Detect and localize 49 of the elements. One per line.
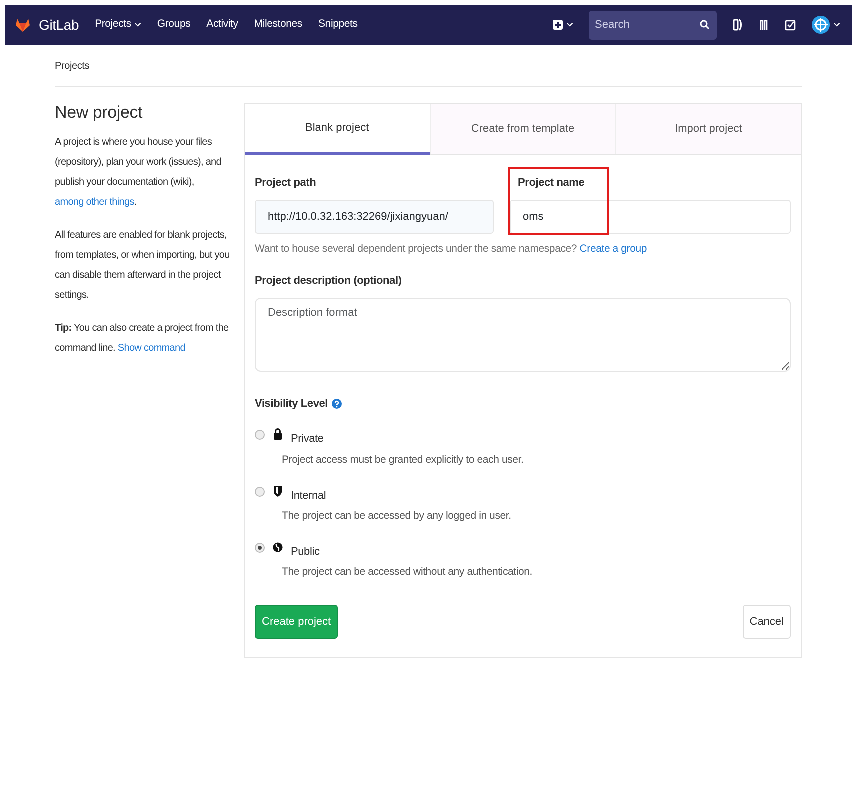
new-menu-button[interactable] xyxy=(553,20,573,30)
search-field[interactable]: Search xyxy=(589,10,717,40)
search-icon xyxy=(700,20,710,30)
todo-icon[interactable] xyxy=(785,20,796,30)
inline-link[interactable]: Show command xyxy=(118,343,186,354)
nav-link[interactable]: Activity xyxy=(206,17,238,33)
fox-logo-icon xyxy=(15,17,31,33)
plus-square-icon xyxy=(553,20,563,30)
breadcrumb-link[interactable]: Projects xyxy=(55,61,90,72)
sidebar-paragraph: Tip: You can also create a project from the command line. Show command xyxy=(55,322,230,356)
caret-icon xyxy=(834,23,840,27)
nav-link[interactable]: Groups xyxy=(157,17,191,33)
nav-link[interactable]: Milestones xyxy=(254,17,302,33)
user-menu-button[interactable] xyxy=(812,16,840,34)
lock-icon xyxy=(273,428,283,440)
sidebar-paragraph: All features are enabled for blank projects, from templates, or when importing, but you can disable them afterward in the project settings. xyxy=(55,229,231,304)
nav-link[interactable]: Projects xyxy=(95,17,142,33)
radio-button[interactable] xyxy=(255,430,265,440)
caret-icon xyxy=(567,23,573,27)
description-field[interactable]: Description format xyxy=(255,298,791,372)
option-label: Private xyxy=(291,432,324,448)
cancel-button[interactable]: Cancel xyxy=(742,605,791,639)
issues-icon[interactable] xyxy=(733,19,743,31)
path-field[interactable]: http://10.0.32.163:32269/jixiangyuan/ xyxy=(255,200,494,234)
shield-icon xyxy=(273,484,283,496)
inline-link[interactable]: among other things xyxy=(55,197,134,208)
field-label: Project description (optional) xyxy=(255,274,403,290)
option-description: Project access must be granted explicitly to each user. xyxy=(281,452,525,468)
tab[interactable]: Import project xyxy=(615,104,802,155)
field-label: Project path xyxy=(255,176,318,191)
help-icon[interactable] xyxy=(332,399,342,409)
avatar-icon xyxy=(812,16,830,34)
option-description: The project can be accessed by any logged in user. xyxy=(281,509,512,524)
option-label: Internal xyxy=(291,488,326,504)
inline-link[interactable]: Create a group xyxy=(580,242,648,254)
option-label: Public xyxy=(291,544,320,560)
name-field[interactable]: oms xyxy=(510,200,791,234)
home-link[interactable]: GitLab xyxy=(15,14,80,36)
sidebar-paragraph: A project is where you house your files (repository), plan your work (issues), and publish your documentation (wiki), among other things. xyxy=(55,136,222,210)
tab[interactable]: Create from template xyxy=(430,104,616,155)
help-text: Want to house several dependent projects under the same namespace? Create a group xyxy=(255,242,648,256)
field-label: Project name xyxy=(518,176,586,191)
field-label: Visibility Level xyxy=(255,396,328,412)
radio-button[interactable] xyxy=(255,486,265,496)
page-title: New project xyxy=(55,103,144,124)
option-description: The project can be accessed without any authentication. xyxy=(281,565,534,580)
radio-button[interactable] xyxy=(255,542,265,553)
globe-icon xyxy=(273,540,283,553)
nav-link[interactable]: Snippets xyxy=(318,17,358,33)
